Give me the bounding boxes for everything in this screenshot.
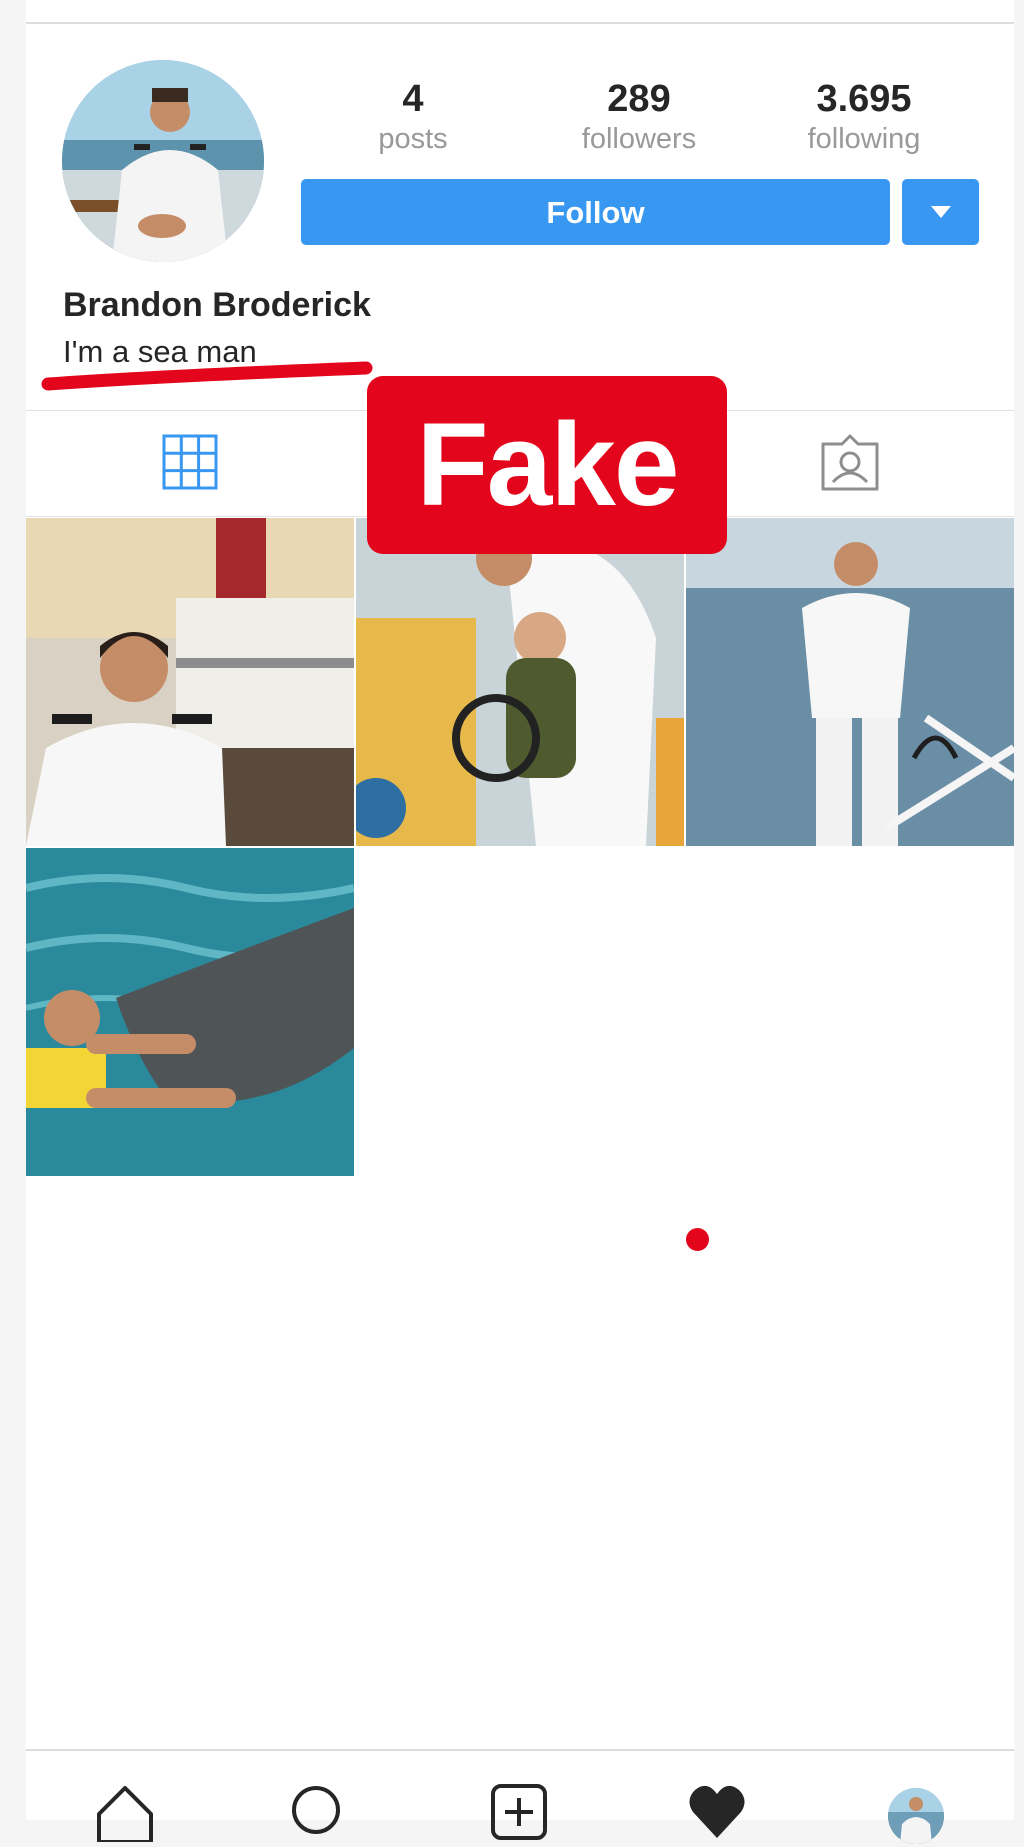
posts-count: 4 xyxy=(402,78,424,120)
heart-icon xyxy=(689,1785,745,1838)
add-icon xyxy=(491,1784,547,1840)
chevron-down-icon xyxy=(931,206,951,218)
posts-stat: 4 posts xyxy=(313,76,513,156)
post-thumbnail[interactable] xyxy=(686,518,1014,846)
posts-label: posts xyxy=(378,123,448,155)
nav-search[interactable] xyxy=(284,1782,348,1842)
followers-label: followers xyxy=(581,123,697,155)
following-count: 3.695 xyxy=(816,78,912,120)
profile-name: Brandon Broderick xyxy=(63,286,371,324)
suggestions-dropdown-button[interactable] xyxy=(902,179,979,245)
profile-avatar[interactable] xyxy=(62,60,264,262)
tab-tagged[interactable] xyxy=(820,434,880,492)
bottom-nav-divider xyxy=(26,1749,1014,1751)
post-thumbnail[interactable] xyxy=(356,518,684,846)
followers-count: 289 xyxy=(607,78,671,120)
profile-page: 4 posts 289 followers 3.695 following Fo… xyxy=(26,0,1014,1844)
followers-stat[interactable]: 289 followers xyxy=(539,76,739,156)
grid-icon xyxy=(162,434,218,490)
home-icon xyxy=(97,1786,153,1844)
nav-profile-avatar[interactable] xyxy=(888,1788,944,1844)
follow-button[interactable]: Follow xyxy=(301,179,890,245)
following-label: following xyxy=(807,123,921,155)
nav-home[interactable] xyxy=(93,1782,157,1844)
post-thumbnail[interactable] xyxy=(26,518,354,846)
fake-stamp-overlay: Fake xyxy=(367,376,727,554)
red-dot-marker xyxy=(686,1228,709,1251)
nav-add-post[interactable] xyxy=(487,1782,551,1842)
search-icon xyxy=(292,1786,340,1834)
top-divider xyxy=(26,22,1014,24)
post-thumbnail[interactable] xyxy=(26,848,354,1176)
following-stat[interactable]: 3.695 following xyxy=(764,76,964,156)
tab-grid[interactable] xyxy=(162,434,218,490)
red-underline-annotation xyxy=(41,361,373,391)
tagged-icon xyxy=(821,434,879,491)
nav-activity[interactable] xyxy=(685,1782,749,1842)
